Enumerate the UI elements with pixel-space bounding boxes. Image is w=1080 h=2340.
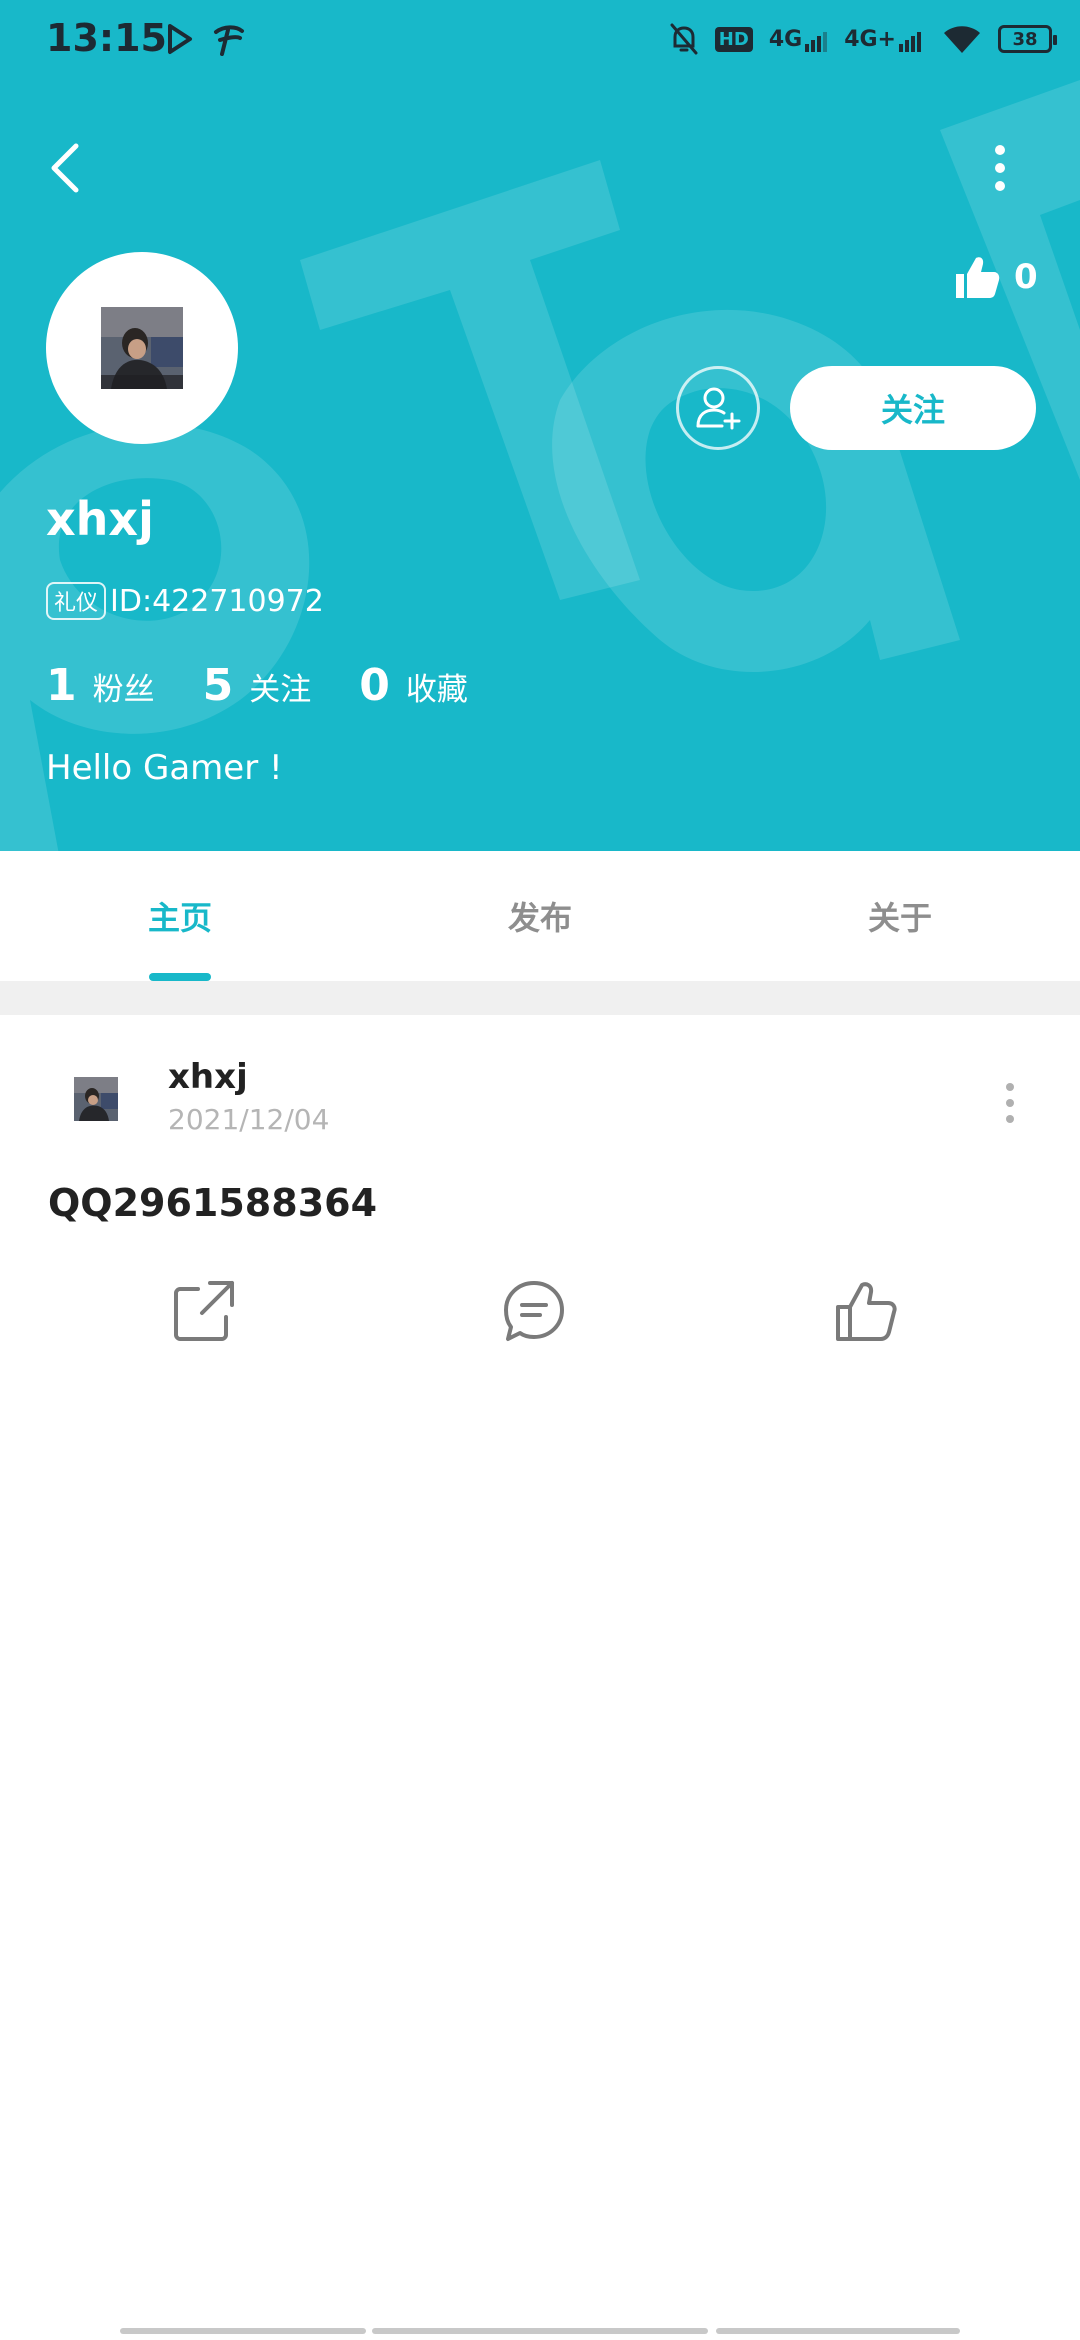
tab-label: 主页 <box>147 899 212 937</box>
battery-indicator: 38 <box>998 25 1057 53</box>
signal-icon <box>899 31 921 52</box>
profile-id-row: 礼仪 ID:422710972 <box>46 582 324 620</box>
sim2-label: 4G+ <box>844 26 896 52</box>
signal-icon <box>805 31 828 52</box>
stat-value: 5 <box>202 660 234 711</box>
profile-bio: Hello Gamer ! <box>46 748 283 788</box>
stat-label: 收藏 <box>405 672 468 708</box>
stat-value: 0 <box>359 660 390 711</box>
add-friend-button[interactable] <box>676 366 760 450</box>
thumb-up-outline-icon <box>836 1282 897 1341</box>
tab-label: 发布 <box>507 899 572 937</box>
more-menu-button[interactable] <box>980 136 1020 200</box>
gesture-bar-segment <box>372 2328 708 2334</box>
hd-label: HD <box>714 26 753 52</box>
likes-count: 0 <box>1014 257 1038 297</box>
add-user-icon <box>696 387 741 430</box>
post-more-button[interactable] <box>1000 1081 1020 1125</box>
stat-favorites[interactable]: 0 收藏 <box>359 660 468 711</box>
section-divider <box>0 981 1080 1015</box>
post-author-avatar[interactable] <box>74 1077 118 1121</box>
stat-label: 关注 <box>249 672 312 708</box>
status-time: 13:15 <box>46 16 167 60</box>
comment-icon <box>504 1281 564 1341</box>
profile-id: ID:422710972 <box>110 583 324 619</box>
post-date: 2021/12/04 <box>168 1103 330 1136</box>
thumb-up-icon <box>956 257 1000 298</box>
profile-tabs: 主页 发布 关于 <box>0 851 1080 981</box>
sim2-signal: 4G+ <box>844 27 926 52</box>
stat-following[interactable]: 5 关注 <box>203 660 312 711</box>
tab-home[interactable]: 主页 <box>0 851 360 981</box>
tab-active-indicator <box>149 973 211 981</box>
mute-icon <box>670 23 698 55</box>
play-store-icon <box>168 24 192 54</box>
post-author[interactable]: xhxj <box>168 1057 248 1097</box>
telecom-icon <box>214 25 244 56</box>
stat-followers[interactable]: 1 粉丝 <box>46 660 155 711</box>
sim1-signal: 4G <box>769 27 828 52</box>
post-actions <box>0 1275 1080 1355</box>
etiquette-badge: 礼仪 <box>46 582 107 620</box>
gesture-bar-segment <box>120 2328 366 2334</box>
tab-posts[interactable]: 发布 <box>360 851 720 981</box>
post-content: QQ2961588364 <box>48 1181 378 1225</box>
sim1-label: 4G <box>768 26 803 52</box>
tab-about[interactable]: 关于 <box>720 851 1080 981</box>
profile-username: xhxj <box>46 492 154 546</box>
profile-avatar[interactable] <box>46 252 238 444</box>
wifi-icon <box>944 26 980 53</box>
status-bar: 13:15 HD 4G 4G+ 38 <box>0 0 1080 84</box>
like-button[interactable] <box>830 1275 902 1347</box>
status-right: HD 4G 4G+ 38 <box>669 22 1057 56</box>
back-button[interactable] <box>40 136 96 200</box>
share-icon <box>174 1281 234 1341</box>
hd-indicator: HD <box>714 26 753 52</box>
profile-header: 13:15 HD 4G 4G+ 38 0 关注 xhxj 礼仪 ID:42271… <box>0 0 1080 851</box>
avatar-photo <box>101 307 183 389</box>
stat-value: 1 <box>46 660 77 711</box>
comment-button[interactable] <box>498 1275 570 1347</box>
gesture-bar-segment <box>716 2328 960 2334</box>
profile-stats: 1 粉丝 5 关注 0 收藏 <box>46 660 516 711</box>
profile-likes[interactable]: 0 <box>952 252 1038 302</box>
status-app-icons <box>164 22 246 58</box>
tab-label: 关于 <box>867 899 932 937</box>
stat-label: 粉丝 <box>92 672 155 708</box>
share-button[interactable] <box>168 1275 240 1347</box>
follow-button[interactable]: 关注 <box>790 366 1036 450</box>
